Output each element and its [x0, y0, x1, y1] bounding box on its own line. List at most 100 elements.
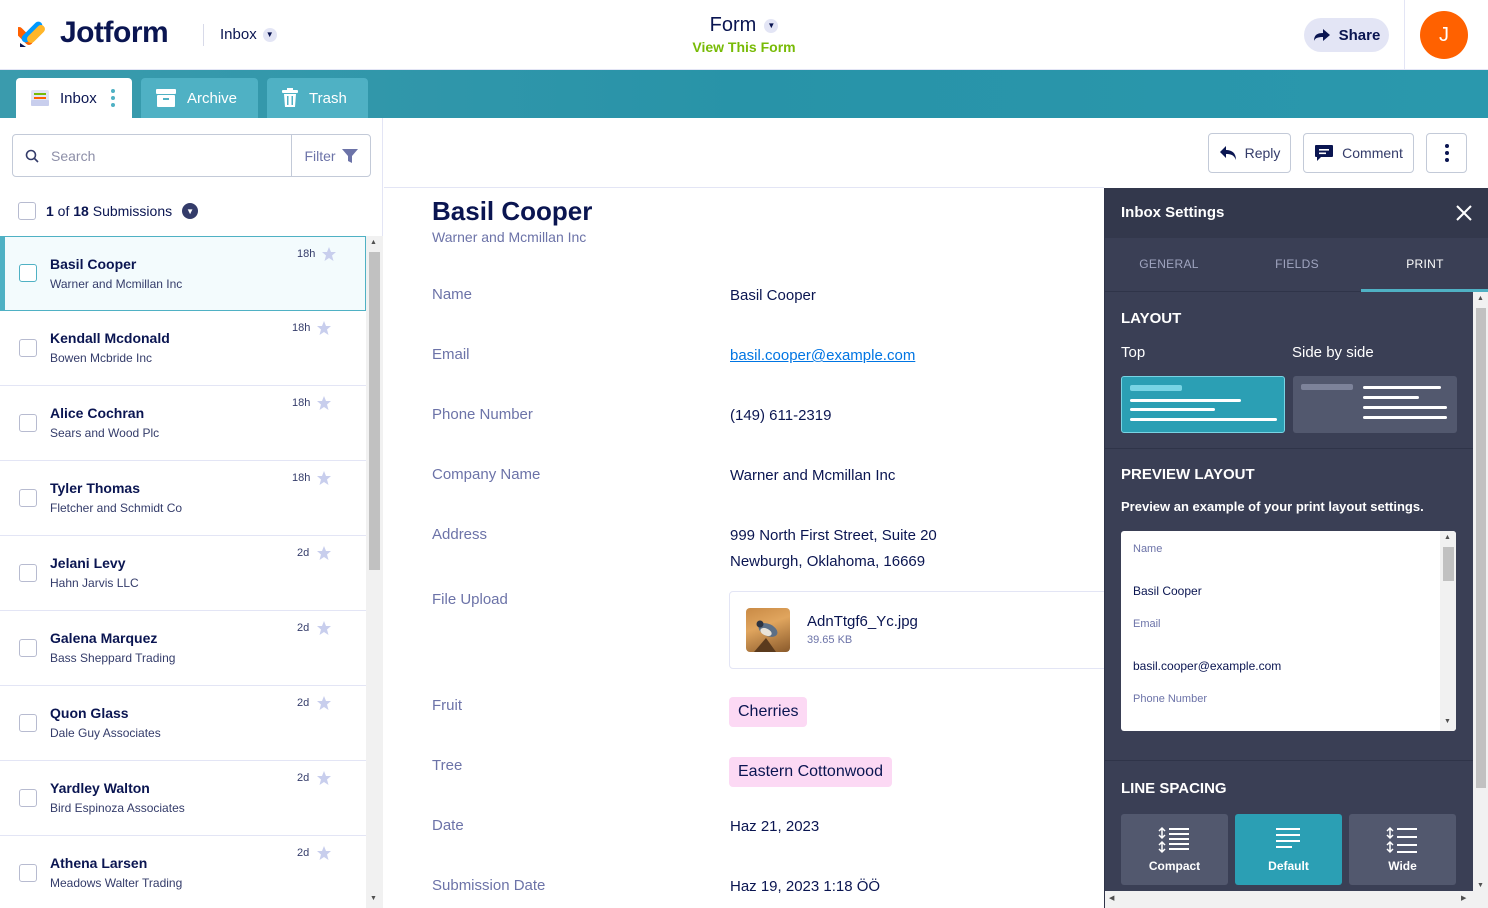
submitter-company: Bowen Mcbride Inc: [50, 351, 153, 365]
scroll-right-icon[interactable]: ▶: [1461, 894, 1466, 902]
search-input[interactable]: Search: [51, 148, 291, 164]
scroll-down-icon[interactable]: ▼: [370, 895, 377, 902]
file-attachment[interactable]: AdnTtgf6_Yc.jpg 39.65 KB: [729, 591, 1109, 669]
scrollbar-thumb[interactable]: [1443, 547, 1454, 581]
spacing-default-button[interactable]: Default: [1235, 814, 1342, 885]
tab-options-icon[interactable]: [110, 89, 115, 107]
list-item[interactable]: Galena Marquez Bass Sheppard Trading 2d: [0, 611, 366, 686]
star-icon[interactable]: [316, 695, 332, 711]
share-arrow-icon: [1313, 29, 1330, 41]
item-time: 2d: [297, 772, 310, 784]
field-value-date: Haz 21, 2023: [730, 818, 820, 835]
item-checkbox[interactable]: [19, 564, 37, 582]
share-button[interactable]: Share: [1304, 18, 1389, 52]
field-value-submission-date: Haz 19, 2023 1:18 ÖÖ: [730, 878, 881, 895]
filter-button[interactable]: Filter: [291, 135, 370, 176]
avatar[interactable]: J: [1420, 11, 1468, 59]
scroll-down-icon[interactable]: ▼: [1477, 882, 1484, 889]
item-checkbox[interactable]: [19, 789, 37, 807]
layout-side-by-side-option[interactable]: [1293, 376, 1457, 433]
list-item[interactable]: Tyler Thomas Fletcher and Schmidt Co 18h: [0, 461, 366, 536]
submission-count-text: 1 of 18 Submissions: [46, 203, 172, 219]
filter-funnel-icon: [341, 148, 358, 163]
file-size: 39.65 KB: [807, 634, 853, 646]
close-icon[interactable]: [1455, 204, 1473, 222]
submitter-company: Warner and Mcmillan Inc: [50, 277, 183, 291]
scroll-up-icon[interactable]: ▲: [1444, 534, 1451, 541]
tab-trash-label: Trash: [309, 89, 347, 107]
submission-actions: Reply Comment: [1208, 133, 1467, 173]
tab-general[interactable]: GENERAL: [1105, 257, 1233, 271]
view-form-link[interactable]: View This Form: [0, 39, 1488, 55]
reply-button[interactable]: Reply: [1208, 133, 1291, 173]
list-item[interactable]: Jelani Levy Hahn Jarvis LLC 2d: [0, 536, 366, 611]
tab-trash[interactable]: Trash: [267, 78, 368, 118]
item-checkbox[interactable]: [19, 339, 37, 357]
preview-label-phone: Phone Number: [1133, 693, 1207, 705]
tab-print[interactable]: PRINT: [1361, 257, 1488, 271]
item-checkbox[interactable]: [19, 639, 37, 657]
spacing-wide-button[interactable]: Wide: [1349, 814, 1456, 885]
file-name: AdnTtgf6_Yc.jpg: [807, 613, 918, 630]
item-checkbox[interactable]: [19, 414, 37, 432]
tab-inbox[interactable]: Inbox: [16, 78, 132, 118]
select-all-checkbox[interactable]: [18, 202, 36, 220]
star-icon[interactable]: [316, 620, 332, 636]
email-link[interactable]: basil.cooper@example.com: [730, 347, 915, 364]
submitter-name: Athena Larsen: [50, 855, 148, 871]
item-checkbox[interactable]: [19, 489, 37, 507]
item-checkbox[interactable]: [19, 714, 37, 732]
settings-horizontal-scrollbar[interactable]: ◀ ▶: [1105, 891, 1488, 908]
scroll-left-icon[interactable]: ◀: [1109, 894, 1114, 902]
total-count: 18: [73, 203, 89, 219]
spacing-default-label: Default: [1268, 859, 1309, 873]
tab-archive[interactable]: Archive: [141, 78, 258, 118]
tab-fields[interactable]: FIELDS: [1233, 257, 1361, 271]
selected-count: 1: [46, 203, 54, 219]
submitter-name: Kendall Mcdonald: [50, 330, 170, 346]
star-icon[interactable]: [316, 845, 332, 861]
spacing-compact-button[interactable]: Compact: [1121, 814, 1228, 885]
submitter-name: Jelani Levy: [50, 555, 126, 571]
bird-image-icon: [754, 620, 778, 652]
list-item[interactable]: Kendall Mcdonald Bowen Mcbride Inc 18h: [0, 311, 366, 386]
item-checkbox[interactable]: [19, 864, 37, 882]
star-icon[interactable]: [316, 320, 332, 336]
item-time: 18h: [292, 472, 311, 484]
chevron-down-icon[interactable]: ▼: [182, 203, 199, 219]
scroll-down-icon[interactable]: ▼: [1444, 718, 1451, 725]
preview-description: Preview an example of your print layout …: [1121, 499, 1424, 514]
submissions-suffix: Submissions: [88, 203, 173, 219]
list-item[interactable]: Athena Larsen Meadows Walter Trading 2d: [0, 836, 366, 908]
star-icon[interactable]: [316, 470, 332, 486]
list-item[interactable]: Alice Cochran Sears and Wood Plc 18h: [0, 386, 366, 461]
preview-scrollbar[interactable]: ▲ ▼: [1440, 531, 1456, 731]
top-bar: Jotform Inbox ▼ Form ▼ View This Form Sh…: [0, 0, 1488, 70]
scroll-up-icon[interactable]: ▲: [1477, 295, 1484, 302]
scrollbar-thumb[interactable]: [1476, 308, 1486, 788]
star-icon[interactable]: [316, 770, 332, 786]
field-label-date: Date: [432, 817, 464, 834]
more-options-button[interactable]: [1426, 133, 1467, 173]
inbox-settings-panel: Inbox Settings GENERAL FIELDS PRINT LAYO…: [1104, 188, 1488, 908]
settings-scrollbar[interactable]: ▲ ▼: [1473, 292, 1488, 895]
list-item[interactable]: Quon Glass Dale Guy Associates 2d: [0, 686, 366, 761]
submitter-name: Galena Marquez: [50, 630, 158, 646]
layout-top-option[interactable]: [1121, 376, 1285, 433]
tab-archive-label: Archive: [187, 89, 238, 107]
settings-header: Inbox Settings: [1105, 188, 1488, 238]
list-item[interactable]: Basil Cooper Warner and Mcmillan Inc 18h: [0, 236, 366, 311]
item-checkbox[interactable]: [19, 264, 37, 282]
list-item[interactable]: Yardley Walton Bird Espinoza Associates …: [0, 761, 366, 836]
submitter-company: Sears and Wood Plc: [50, 426, 160, 440]
star-icon[interactable]: [316, 395, 332, 411]
star-icon[interactable]: [316, 545, 332, 561]
divider: [1105, 448, 1473, 449]
star-icon[interactable]: [321, 246, 337, 262]
scrollbar-thumb[interactable]: [369, 252, 380, 570]
list-scrollbar[interactable]: ▲ ▼: [366, 236, 383, 908]
form-name-dropdown[interactable]: Form ▼: [710, 14, 779, 37]
divider: [1105, 760, 1473, 761]
scroll-up-icon[interactable]: ▲: [370, 239, 377, 246]
comment-button[interactable]: Comment: [1303, 133, 1414, 173]
